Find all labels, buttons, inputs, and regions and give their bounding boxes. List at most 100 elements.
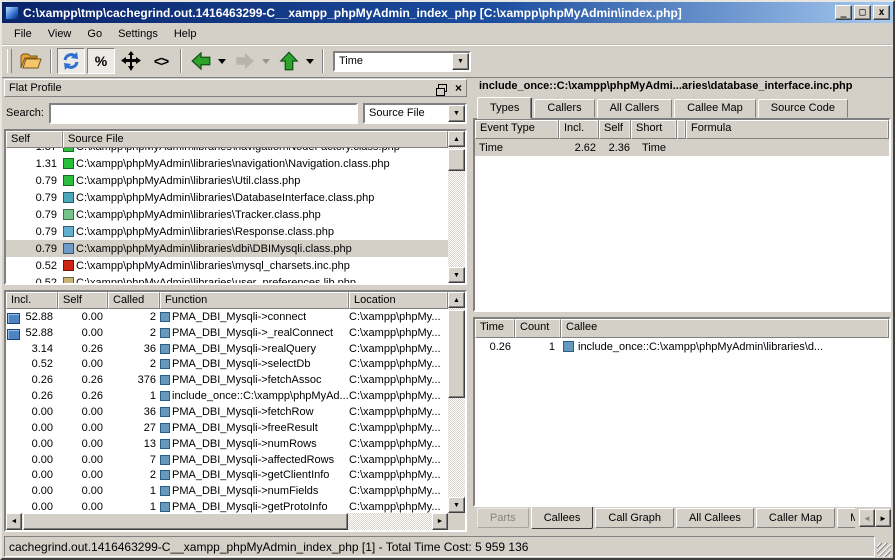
combobox-dropdown-button[interactable]: ▼ [448,105,465,122]
function-row[interactable]: 0.00 0.00 1 PMA_DBI_Mysqli->getProtoInfo… [6,499,448,513]
dock-header[interactable]: Flat Profile × [4,79,467,97]
tab-scroll-right-button[interactable]: ► [875,509,891,527]
maximize-button[interactable]: □ [854,5,871,20]
combobox-dropdown-button[interactable]: ▼ [452,53,469,70]
event-type-row[interactable]: Time 2.62 2.36 Time [475,139,889,156]
expand-all-button[interactable] [117,48,145,74]
bottom-tab[interactable]: Caller Map [756,508,835,528]
column-header-time[interactable]: Time [475,319,515,338]
source-file-row[interactable]: 0.79 C:\xampp\phpMyAdmin\libraries\dbi\D… [6,240,448,257]
column-header-callee[interactable]: Callee [561,319,889,338]
column-header-incl[interactable]: Incl. [559,120,599,139]
function-icon [160,375,170,385]
open-file-button[interactable] [17,48,45,74]
column-header-short[interactable]: Short [631,120,677,139]
menu-item[interactable]: Settings [110,25,166,43]
grouping-combobox[interactable]: Source File ▼ [363,103,467,124]
titlebar[interactable]: C:\xampp\tmp\cachegrind.out.1416463299-C… [2,2,893,23]
back-dropdown-arrow[interactable] [218,59,226,64]
function-row[interactable]: 0.00 0.00 1 PMA_DBI_Mysqli->numFields C:… [6,483,448,499]
menu-item[interactable]: File [6,25,40,43]
detail-tab[interactable]: Source Code [758,99,848,118]
column-header-formula[interactable]: Formula [686,120,889,139]
bottom-tab[interactable]: All Callees [676,508,754,528]
resize-grip[interactable] [877,543,891,557]
function-row[interactable]: 3.14 0.26 36 PMA_DBI_Mysqli->realQuery C… [6,341,448,357]
tab-scroll-left-button[interactable]: ◄ [859,509,875,527]
file-list-vscrollbar[interactable]: ▲ ▼ [448,131,465,283]
function-row[interactable]: 0.00 0.00 13 PMA_DBI_Mysqli->numRows C:\… [6,436,448,452]
function-row[interactable]: 0.52 0.00 2 PMA_DBI_Mysqli->selectDb C:\… [6,357,448,373]
function-row[interactable]: 0.26 0.26 1 include_once::C:\xampp\phpMy… [6,388,448,404]
detail-tab[interactable]: All Callers [597,99,673,118]
column-header-self[interactable]: Self [599,120,631,139]
menu-item[interactable]: Help [166,25,205,43]
bottom-tab[interactable]: Callees [531,507,594,529]
function-table-vscrollbar[interactable]: ▲ ▼ [448,292,465,513]
dock-close-icon[interactable]: × [455,83,462,93]
minimize-button[interactable]: _ [835,5,852,20]
up-dropdown-arrow[interactable] [306,59,314,64]
scroll-down-button[interactable]: ▼ [448,497,465,513]
function-row[interactable]: 0.00 0.00 7 PMA_DBI_Mysqli->affectedRows… [6,452,448,468]
reload-button[interactable] [57,48,85,74]
function-icon [160,407,170,417]
function-table-hscrollbar[interactable]: ◄ ► [6,513,448,530]
scroll-up-button[interactable]: ▲ [448,292,465,308]
scroll-down-button[interactable]: ▼ [448,267,465,283]
bottom-tab[interactable]: Call Graph [595,508,674,528]
scroll-right-button[interactable]: ► [432,513,448,530]
detail-tab[interactable]: Types [477,97,532,119]
source-file-row[interactable]: 0.79 C:\xampp\phpMyAdmin\libraries\Respo… [6,223,448,240]
menu-item[interactable]: Go [79,25,110,43]
dock-float-icon[interactable] [438,84,447,92]
relative-percent-toggle[interactable]: % [87,48,115,74]
source-file-row[interactable]: 0.52 C:\xampp\phpMyAdmin\libraries\user_… [6,274,448,283]
function-row[interactable]: 0.00 0.00 36 PMA_DBI_Mysqli->fetchRow C:… [6,404,448,420]
function-row[interactable]: 0.00 0.00 27 PMA_DBI_Mysqli->freeResult … [6,420,448,436]
function-row[interactable]: 0.00 0.00 2 PMA_DBI_Mysqli->getClientInf… [6,467,448,483]
statusbar: cachegrind.out.1416463299-C__xampp_phpMy… [2,534,893,558]
source-file-row[interactable]: 1.31 C:\xampp\phpMyAdmin\libraries\navig… [6,155,448,172]
forward-button[interactable] [231,48,259,74]
column-header-function[interactable]: Function [160,292,349,309]
up-button[interactable] [275,48,303,74]
cycle-detection-button[interactable]: <> [147,48,175,74]
scroll-left-button[interactable]: ◄ [6,513,22,530]
column-header-self[interactable]: Self [6,131,63,148]
menu-item[interactable]: View [40,25,80,43]
function-row[interactable]: 52.88 0.00 2 PMA_DBI_Mysqli->connect C:\… [6,309,448,325]
callee-row[interactable]: 0.26 1 include_once::C:\xampp\phpMyAdmin… [475,338,889,355]
column-header-event-type[interactable]: Event Type [475,120,559,139]
column-header-self[interactable]: Self [58,292,108,309]
detail-tab[interactable]: Callers [534,99,594,118]
close-button[interactable]: x [873,5,890,20]
scroll-thumb[interactable] [448,310,465,398]
source-file-row[interactable]: 0.79 C:\xampp\phpMyAdmin\libraries\Util.… [6,172,448,189]
scroll-up-button[interactable]: ▲ [448,131,465,147]
column-header-location[interactable]: Location [349,292,448,309]
column-header-incl[interactable]: Incl. [6,292,58,309]
back-button[interactable] [187,48,215,74]
scroll-thumb[interactable] [448,149,465,171]
column-header-called[interactable]: Called [108,292,160,309]
toolbar-handle[interactable] [7,49,12,73]
function-row[interactable]: 0.26 0.26 376 PMA_DBI_Mysqli->fetchAssoc… [6,372,448,388]
search-input[interactable] [49,103,358,124]
column-header-source-file[interactable]: Source File [63,131,448,148]
forward-dropdown-arrow[interactable] [262,59,270,64]
bottom-tab[interactable]: Parts [477,508,529,528]
location-cell: C:\xampp\phpMy... [349,327,448,339]
source-file-row[interactable]: 0.79 C:\xampp\phpMyAdmin\libraries\Track… [6,206,448,223]
source-file-row[interactable]: 0.79 C:\xampp\phpMyAdmin\libraries\Datab… [6,189,448,206]
source-file-row[interactable]: 1.37 C:\xampp\phpMyAdmin\libraries\navig… [6,148,448,155]
self-cost-cell: 0.79 [6,192,63,204]
incl-cost-cell: 0.00 [6,438,58,450]
bottom-tab[interactable]: Machine Code [837,508,855,528]
function-row[interactable]: 52.88 0.00 2 PMA_DBI_Mysqli->_realConnec… [6,325,448,341]
scroll-thumb[interactable] [23,513,348,530]
source-file-row[interactable]: 0.52 C:\xampp\phpMyAdmin\libraries\mysql… [6,257,448,274]
column-header-count[interactable]: Count [515,319,561,338]
event-type-combobox[interactable]: Time ▼ [333,51,471,72]
detail-tab[interactable]: Callee Map [674,99,756,118]
